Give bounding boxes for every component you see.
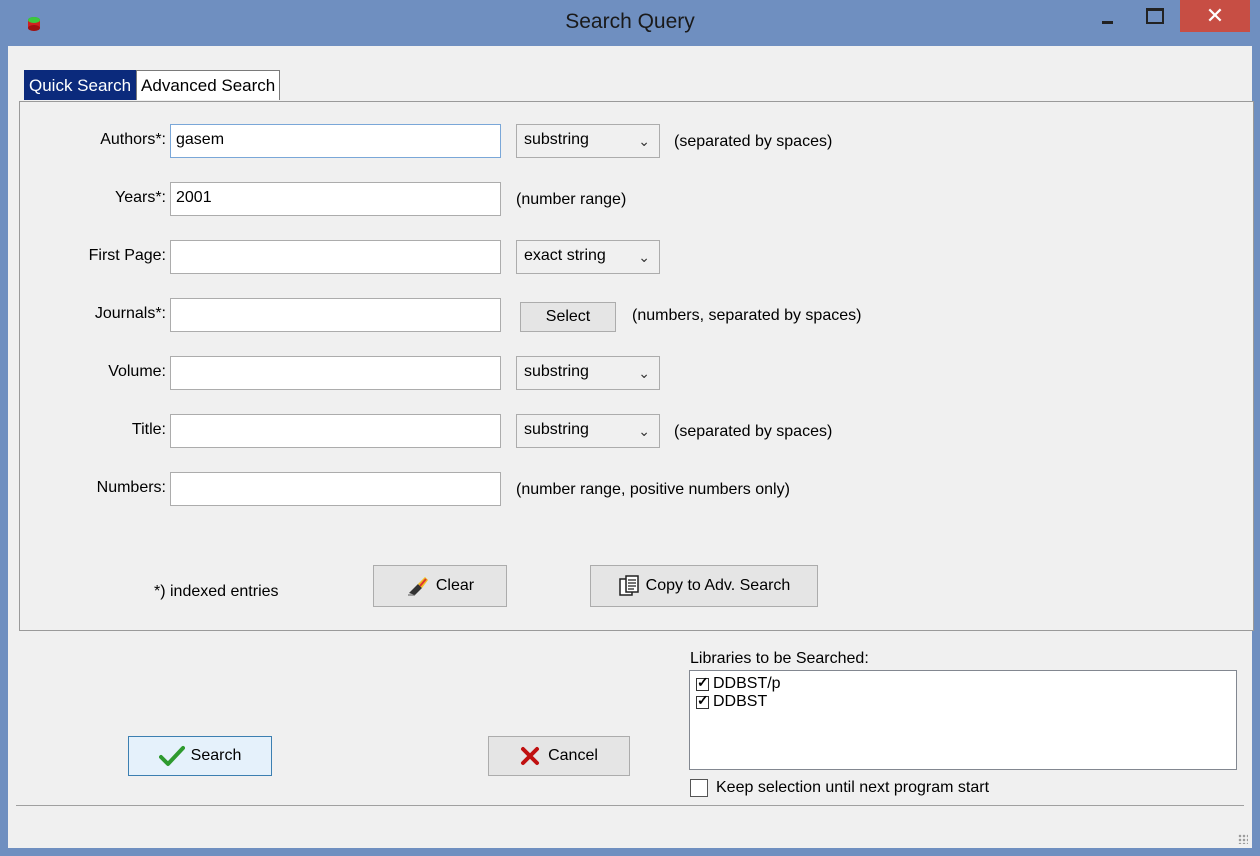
years-hint: (number range) — [516, 191, 627, 208]
years-label: Years*: — [115, 189, 166, 206]
dialog-client: Quick Search Advanced Search Authors*: g… — [8, 46, 1254, 848]
clear-button-label: Clear — [435, 577, 475, 594]
title-hint: (separated by spaces) — [674, 423, 833, 440]
search-query-window: Search Query ✕ Quick Search Advanced Sea… — [0, 0, 1260, 856]
volume-match-select[interactable]: substring ⌄ — [516, 356, 660, 390]
indexed-entries-note: *) indexed entries — [154, 583, 279, 600]
first-page-match-value: exact string — [524, 247, 606, 264]
library-item[interactable]: DDBST/p — [696, 674, 781, 693]
title-input[interactable] — [170, 414, 501, 448]
chevron-down-icon: ⌄ — [638, 133, 650, 149]
authors-match-select[interactable]: substring ⌄ — [516, 124, 660, 158]
status-bar — [8, 806, 1252, 848]
numbers-input[interactable] — [170, 472, 501, 506]
keep-selection-option[interactable]: Keep selection until next program start — [690, 779, 989, 797]
tab-quick-search[interactable]: Quick Search — [24, 70, 137, 100]
search-button[interactable]: Search — [128, 736, 272, 776]
clear-button[interactable]: Clear — [373, 565, 507, 607]
first-page-input[interactable] — [170, 240, 501, 274]
numbers-label: Numbers: — [96, 479, 166, 496]
libraries-title: Libraries to be Searched: — [690, 650, 869, 667]
first-page-match-select[interactable]: exact string ⌄ — [516, 240, 660, 274]
resize-grip-icon[interactable] — [1238, 834, 1248, 844]
copy-icon — [618, 575, 639, 596]
close-button[interactable]: ✕ — [1180, 0, 1250, 32]
tab-advanced-search[interactable]: Advanced Search — [136, 70, 281, 100]
authors-hint: (separated by spaces) — [674, 133, 833, 150]
library-checkbox[interactable] — [696, 692, 709, 709]
search-button-label: Search — [190, 747, 242, 764]
volume-label: Volume: — [108, 363, 166, 380]
journals-input[interactable] — [170, 298, 501, 332]
title-label: Title: — [131, 421, 166, 438]
quick-search-panel: Authors*: gasem substring ⌄ (separated by… — [19, 101, 1254, 631]
eraser-icon — [407, 577, 428, 596]
tab-strip: Quick Search Advanced Search — [24, 70, 281, 101]
libraries-list[interactable]: DDBST/p DDBST — [689, 670, 1237, 770]
library-item[interactable]: DDBST — [696, 692, 768, 711]
copy-button-label: Copy to Adv. Search — [645, 577, 791, 594]
authors-match-value: substring — [524, 131, 589, 148]
cancel-button-label: Cancel — [548, 747, 598, 764]
maximize-button[interactable] — [1135, 0, 1180, 30]
library-label: DDBST/p — [713, 675, 781, 692]
select-journals-button[interactable]: Select — [520, 302, 616, 332]
library-checkbox[interactable] — [696, 674, 709, 691]
journals-hint: (numbers, separated by spaces) — [632, 307, 862, 324]
keep-selection-label: Keep selection until next program start — [716, 779, 990, 796]
authors-input[interactable]: gasem — [170, 124, 501, 158]
years-input[interactable]: 2001 — [170, 182, 501, 216]
window-title: Search Query — [565, 10, 695, 33]
copy-to-adv-search-button[interactable]: Copy to Adv. Search — [590, 565, 818, 607]
title-match-select[interactable]: substring ⌄ — [516, 414, 660, 448]
title-match-value: substring — [524, 421, 589, 438]
library-label: DDBST — [713, 693, 768, 710]
authors-label: Authors*: — [100, 131, 166, 148]
volume-match-value: substring — [524, 363, 589, 380]
volume-input[interactable] — [170, 356, 501, 390]
close-icon: ✕ — [1205, 3, 1225, 28]
checkmark-icon — [158, 746, 185, 766]
first-page-label: First Page: — [88, 247, 166, 264]
journals-label: Journals*: — [94, 305, 166, 322]
title-bar[interactable]: Search Query ✕ — [0, 0, 1260, 46]
x-icon — [521, 747, 540, 765]
chevron-down-icon: ⌄ — [638, 249, 650, 265]
minimize-button[interactable] — [1088, 0, 1133, 30]
keep-selection-checkbox[interactable] — [690, 779, 708, 797]
cancel-button[interactable]: Cancel — [488, 736, 630, 776]
chevron-down-icon: ⌄ — [638, 423, 650, 439]
chevron-down-icon: ⌄ — [638, 365, 650, 381]
numbers-hint: (number range, positive numbers only) — [516, 481, 790, 498]
